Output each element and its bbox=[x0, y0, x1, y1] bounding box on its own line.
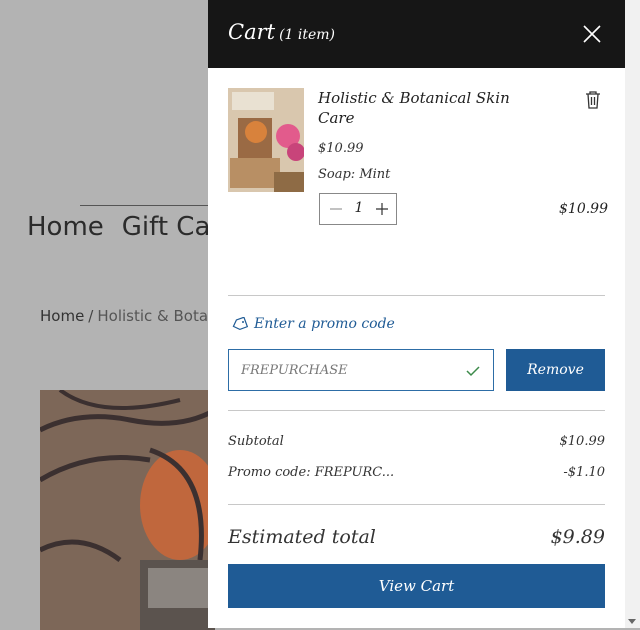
minus-icon[interactable] bbox=[327, 200, 345, 218]
close-icon[interactable] bbox=[580, 22, 604, 46]
breadcrumb-home[interactable]: Home bbox=[40, 307, 84, 325]
view-cart-button[interactable]: View Cart bbox=[228, 564, 605, 608]
subtotal-label: Subtotal bbox=[228, 434, 284, 449]
cart-title: Cart (1 item) bbox=[228, 20, 335, 44]
check-icon bbox=[465, 363, 481, 377]
item-line-total: $10.99 bbox=[559, 201, 608, 217]
item-name[interactable]: Holistic & Botanical Skin Care bbox=[318, 88, 518, 128]
estimated-total-label: Estimated total bbox=[228, 526, 376, 548]
divider bbox=[228, 295, 605, 296]
breadcrumb-current: Holistic & Botan bbox=[97, 307, 218, 325]
cart-item-count: (1 item) bbox=[279, 27, 336, 43]
item-unit-price: $10.99 bbox=[318, 141, 364, 156]
divider bbox=[228, 504, 605, 505]
cart-title-text: Cart bbox=[228, 20, 276, 44]
divider bbox=[228, 410, 605, 411]
subtotal-value: $10.99 bbox=[559, 434, 606, 449]
header-divider bbox=[80, 205, 210, 206]
scroll-down-icon[interactable] bbox=[628, 619, 636, 624]
plus-icon[interactable] bbox=[373, 200, 391, 218]
promo-link-label: Enter a promo code bbox=[254, 316, 395, 332]
quantity-value[interactable]: 1 bbox=[350, 200, 368, 216]
site-nav: Home Gift Ca bbox=[27, 212, 228, 242]
scrollbar[interactable] bbox=[625, 0, 640, 628]
breadcrumb: Home / Holistic & Botan bbox=[40, 307, 218, 325]
item-option: Soap: Mint bbox=[318, 167, 391, 182]
promo-code-input[interactable] bbox=[239, 350, 463, 390]
promo-discount-value: -$1.10 bbox=[563, 465, 605, 480]
tag-icon bbox=[232, 316, 249, 331]
cart-header: Cart (1 item) bbox=[208, 0, 625, 68]
breadcrumb-separator: / bbox=[88, 307, 94, 325]
cart-drawer: Cart (1 item) Holistic & Botanical Skin C… bbox=[208, 0, 625, 628]
promo-code-link[interactable]: Enter a promo code bbox=[232, 316, 395, 332]
remove-promo-button[interactable]: Remove bbox=[506, 349, 605, 391]
promo-discount-label: Promo code: FREPURC... bbox=[228, 465, 395, 480]
quantity-stepper: 1 bbox=[319, 193, 397, 225]
nav-item-gift-card[interactable]: Gift Ca bbox=[122, 212, 211, 242]
estimated-total-value: $9.89 bbox=[550, 526, 605, 548]
product-photo bbox=[40, 390, 215, 630]
item-thumbnail[interactable] bbox=[228, 88, 304, 192]
trash-icon[interactable] bbox=[584, 90, 602, 110]
promo-code-field[interactable] bbox=[228, 349, 494, 391]
nav-item-home[interactable]: Home bbox=[27, 212, 104, 242]
